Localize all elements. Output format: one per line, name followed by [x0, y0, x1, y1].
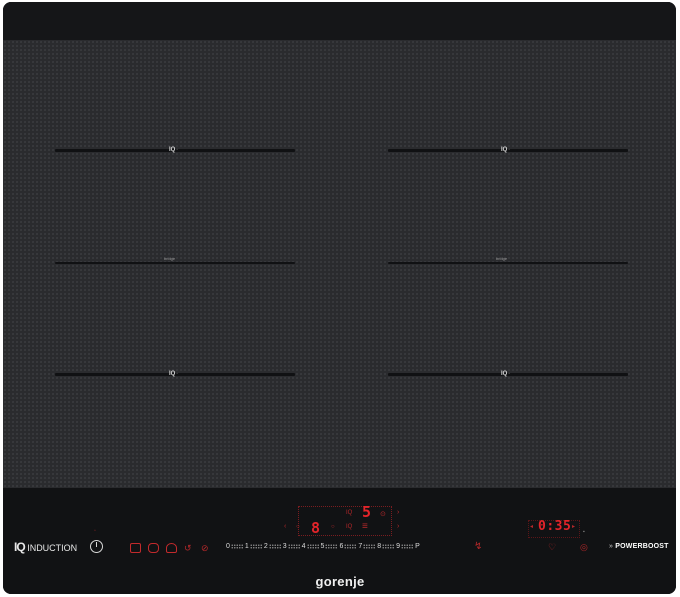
timer-display: 0:35: [538, 519, 572, 534]
lock-indicator: ▫: [94, 528, 96, 534]
keep-warm-icon[interactable]: [130, 543, 141, 553]
power-button[interactable]: [90, 540, 103, 553]
timer-plus-icon[interactable]: ◎: [580, 542, 588, 553]
zone-power-display: 8: [311, 519, 321, 537]
zone-left-arrow[interactable]: ‹: [284, 523, 286, 530]
power-level-slider[interactable]: 0 1 2 3 4 5 6 7 8 9 P: [226, 543, 420, 550]
zone-indicator-iq-lower: IQ: [346, 524, 353, 530]
grill-icon[interactable]: [166, 543, 177, 553]
level-6[interactable]: 6: [339, 543, 343, 550]
timer-minus-icon[interactable]: ♡: [548, 542, 556, 553]
brand-logo: gorenje: [315, 574, 365, 589]
level-3[interactable]: 3: [283, 543, 287, 550]
timer-small-icon: ▪: [583, 529, 585, 535]
level-2[interactable]: 2: [264, 543, 268, 550]
cooking-surface: [3, 40, 676, 488]
fry-icon[interactable]: ↺: [184, 543, 192, 554]
bridge-label-right: bridge: [496, 256, 508, 261]
zone-label-top-right: IQ◦: [501, 147, 511, 153]
boil-icon[interactable]: ⊘: [201, 543, 209, 554]
level-8[interactable]: 8: [377, 543, 381, 550]
powerboost-button[interactable]: » POWERBOOST: [609, 543, 669, 550]
upper-power-display: 5: [362, 503, 372, 521]
level-5[interactable]: 5: [321, 543, 325, 550]
timer-down-arrow[interactable]: ◂: [530, 523, 533, 530]
zone-indicator-iq-upper: IQ: [346, 510, 353, 516]
level-p[interactable]: P: [415, 543, 420, 550]
zone-bars-icon: ≡: [362, 521, 368, 532]
zone-label-bottom-left: IQ◦: [169, 371, 179, 377]
iq-induction-logo: IQ INDUCTION: [14, 540, 78, 554]
level-7[interactable]: 7: [358, 543, 362, 550]
zone-indicator-left: ○: [296, 524, 300, 530]
zone-right-arrow[interactable]: ›: [397, 523, 399, 530]
stop-go-icon[interactable]: ↯: [474, 541, 482, 552]
zone-right-arrow-upper[interactable]: ›: [397, 509, 399, 516]
timer-up-arrow[interactable]: ▸: [572, 523, 575, 530]
level-1[interactable]: 1: [245, 543, 249, 550]
cooktop-top-edge: [3, 2, 676, 40]
zone-label-top-left: IQ◦: [169, 147, 179, 153]
level-9[interactable]: 9: [396, 543, 400, 550]
zone-label-bottom-right: IQ◦: [501, 371, 511, 377]
bridge-line-left: [55, 262, 295, 264]
level-4[interactable]: 4: [302, 543, 306, 550]
bridge-label-left: bridge: [164, 256, 176, 261]
zone-indicator-mid: ○: [331, 524, 335, 530]
level-0[interactable]: 0: [226, 543, 230, 550]
zone-timer-icon: ⊙: [380, 511, 386, 518]
pot-icon[interactable]: [148, 543, 159, 553]
bridge-line-right: [388, 262, 628, 264]
